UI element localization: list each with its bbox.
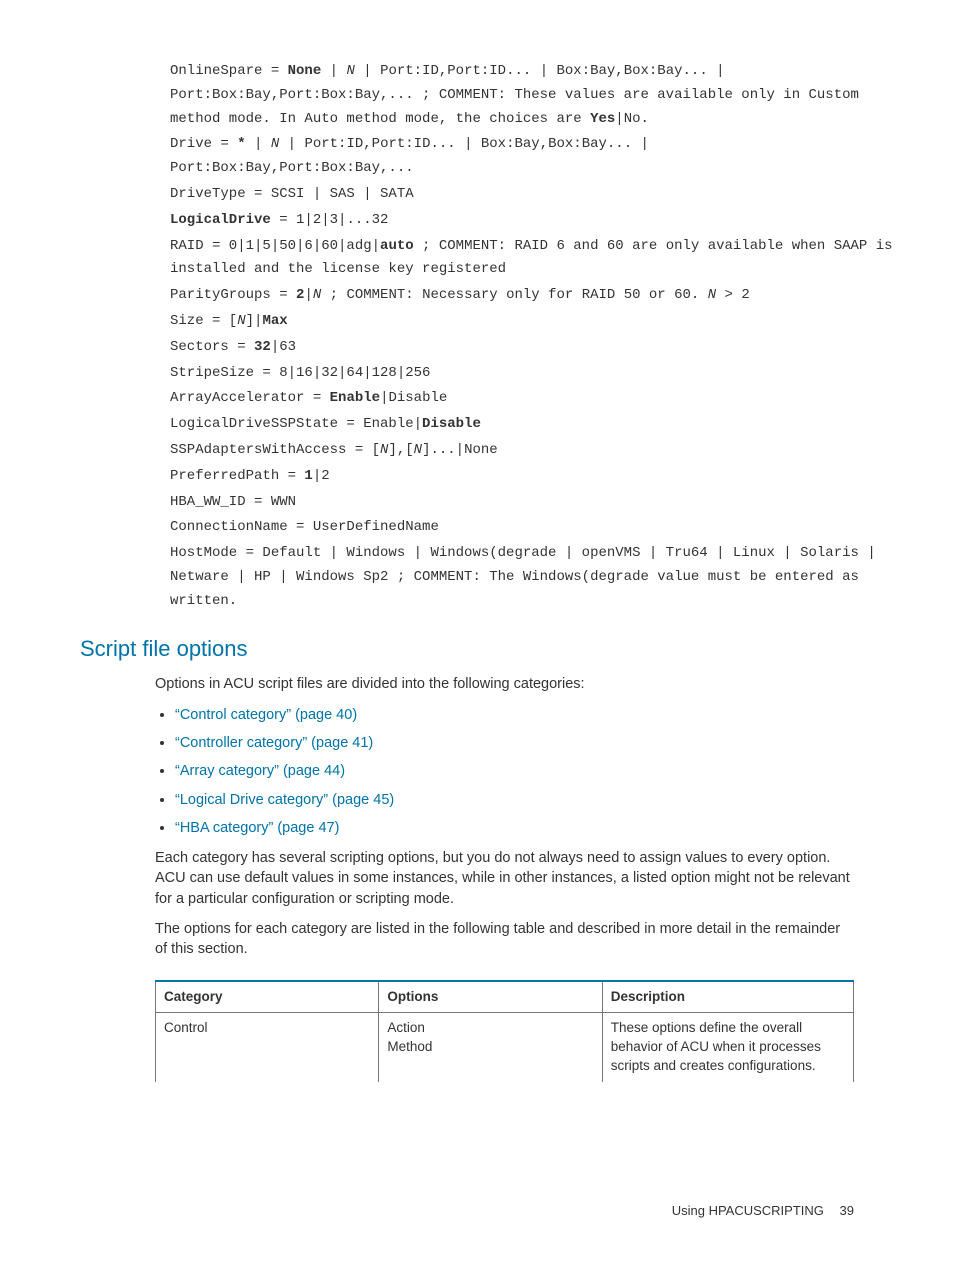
code-line: PreferredPath = 1|2: [170, 465, 894, 489]
link-logical-drive-category[interactable]: “Logical Drive category” (page 45): [175, 792, 394, 808]
link-controller-category[interactable]: “Controller category” (page 41): [175, 735, 373, 751]
code-line: RAID = 0|1|5|50|6|60|adg|auto ; COMMENT:…: [170, 235, 894, 283]
code-line: ParityGroups = 2|N ; COMMENT: Necessary …: [170, 284, 894, 308]
section-heading: Script file options: [80, 634, 894, 665]
list-item: “Array category” (page 44): [175, 761, 854, 781]
footer-text: Using HPACUSCRIPTING: [672, 1203, 824, 1218]
link-array-category[interactable]: “Array category” (page 44): [175, 763, 345, 779]
col-header-options: Options: [379, 981, 602, 1013]
cell-category: Control: [156, 1013, 379, 1082]
page-footer: Using HPACUSCRIPTING 39: [60, 1202, 894, 1220]
body-paragraph: Each category has several scripting opti…: [155, 848, 854, 909]
code-line: ArrayAccelerator = Enable|Disable: [170, 387, 894, 411]
code-line: DriveType = SCSI | SAS | SATA: [170, 183, 894, 207]
code-line: SSPAdaptersWithAccess = [N],[N]...|None: [170, 439, 894, 463]
list-item: “Logical Drive category” (page 45): [175, 790, 854, 810]
table-row: Control Action Method These options defi…: [156, 1013, 854, 1082]
code-line: OnlineSpare = None | N | Port:ID,Port:ID…: [170, 60, 894, 131]
col-header-category: Category: [156, 981, 379, 1013]
options-table: Category Options Description Control Act…: [155, 980, 854, 1083]
page-number: 39: [840, 1203, 854, 1218]
code-line: ConnectionName = UserDefinedName: [170, 516, 894, 540]
code-listing: OnlineSpare = None | N | Port:ID,Port:ID…: [170, 60, 894, 614]
code-line: LogicalDrive = 1|2|3|...32: [170, 209, 894, 233]
list-item: “Controller category” (page 41): [175, 733, 854, 753]
code-line: HostMode = Default | Windows | Windows(d…: [170, 542, 894, 613]
link-hba-category[interactable]: “HBA category” (page 47): [175, 820, 339, 836]
code-line: StripeSize = 8|16|32|64|128|256: [170, 362, 894, 386]
cell-description: These options define the overall behavio…: [602, 1013, 853, 1082]
category-link-list: “Control category” (page 40) “Controller…: [155, 705, 854, 838]
code-line: LogicalDriveSSPState = Enable|Disable: [170, 413, 894, 437]
cell-options: Action Method: [379, 1013, 602, 1082]
code-line: Sectors = 32|63: [170, 336, 894, 360]
intro-text: Options in ACU script files are divided …: [155, 674, 854, 694]
code-line: Size = [N]|Max: [170, 310, 894, 334]
col-header-description: Description: [602, 981, 853, 1013]
code-line: Drive = * | N | Port:ID,Port:ID... | Box…: [170, 133, 894, 181]
list-item: “Control category” (page 40): [175, 705, 854, 725]
link-control-category[interactable]: “Control category” (page 40): [175, 707, 357, 723]
list-item: “HBA category” (page 47): [175, 818, 854, 838]
body-paragraph: The options for each category are listed…: [155, 919, 854, 960]
option-value: Action: [387, 1019, 593, 1038]
option-value: Method: [387, 1038, 593, 1057]
code-line: HBA_WW_ID = WWN: [170, 491, 894, 515]
